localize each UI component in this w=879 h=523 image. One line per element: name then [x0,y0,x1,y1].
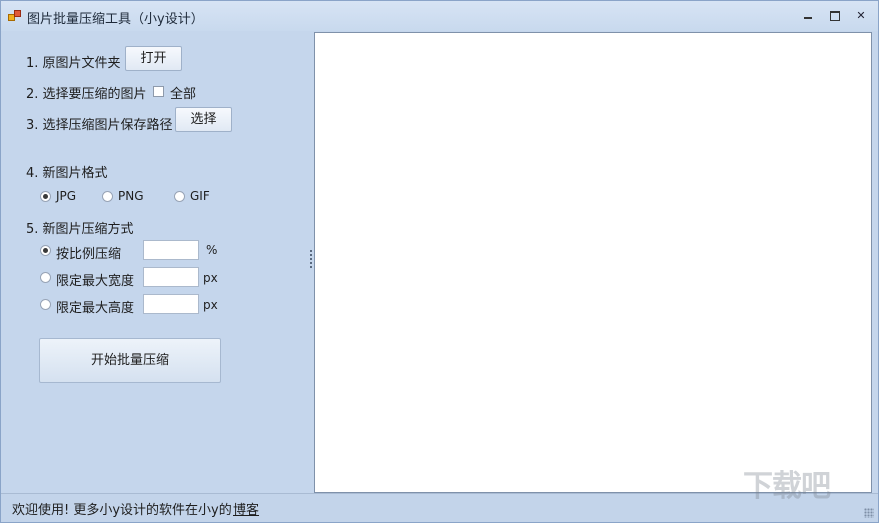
method-width-radio[interactable] [40,272,51,283]
format-gif-label[interactable]: GIF [190,189,210,203]
max-width-input[interactable] [143,267,199,287]
minimize-button[interactable] [799,7,817,25]
splitter-grip-icon [310,250,312,270]
select-all-label[interactable]: 全部 [170,83,196,102]
close-button[interactable]: ✕ [852,7,870,25]
method-height-label[interactable]: 限定最大高度 [56,297,134,316]
format-png-radio[interactable] [102,191,113,202]
method-ratio-label[interactable]: 按比例压缩 [56,243,121,262]
max-height-input[interactable] [143,294,199,314]
maximize-icon [830,11,840,21]
app-window: 图片批量压缩工具（小y设计） ✕ 1. 原图片文件夹 打开 2. 选择要压缩的图… [0,0,879,523]
minimize-icon [804,17,812,19]
choose-path-button[interactable]: 选择 [175,107,232,132]
step3-label: 3. 选择压缩图片保存路径 [26,118,173,133]
format-png-label[interactable]: PNG [118,189,144,203]
height-unit: px [203,298,218,312]
format-jpg-radio[interactable] [40,191,51,202]
select-all-checkbox[interactable] [153,86,164,97]
method-width-label[interactable]: 限定最大宽度 [56,270,134,289]
resize-grip-icon[interactable] [864,508,874,518]
step4-label: 4. 新图片格式 [26,166,108,181]
close-icon: ✕ [856,9,866,22]
format-gif-radio[interactable] [174,191,185,202]
title-bar[interactable]: 图片批量压缩工具（小y设计） ✕ [1,1,878,31]
step2-label: 2. 选择要压缩的图片 [26,87,147,102]
step5-label: 5. 新图片压缩方式 [26,222,134,237]
format-jpg-label[interactable]: JPG [56,189,76,203]
start-compress-button[interactable]: 开始批量压缩 [39,338,221,383]
window-title: 图片批量压缩工具（小y设计） [27,12,204,27]
step1-label: 1. 原图片文件夹 [26,56,121,71]
open-folder-button[interactable]: 打开 [125,46,182,71]
maximize-button[interactable] [826,7,844,25]
method-height-radio[interactable] [40,299,51,310]
ratio-unit: % [206,243,218,257]
width-unit: px [203,271,218,285]
settings-panel: 1. 原图片文件夹 打开 2. 选择要压缩的图片 全部 3. 选择压缩图片保存路… [1,31,307,493]
image-preview-area [314,32,872,493]
blog-link[interactable]: 博客 [233,499,259,518]
method-ratio-radio[interactable] [40,245,51,256]
ratio-input[interactable] [143,240,199,260]
status-message: 欢迎使用! 更多小y设计的软件在小y的 [12,503,232,518]
app-icon [8,10,22,22]
watermark-logo: 下载吧 [743,469,831,504]
